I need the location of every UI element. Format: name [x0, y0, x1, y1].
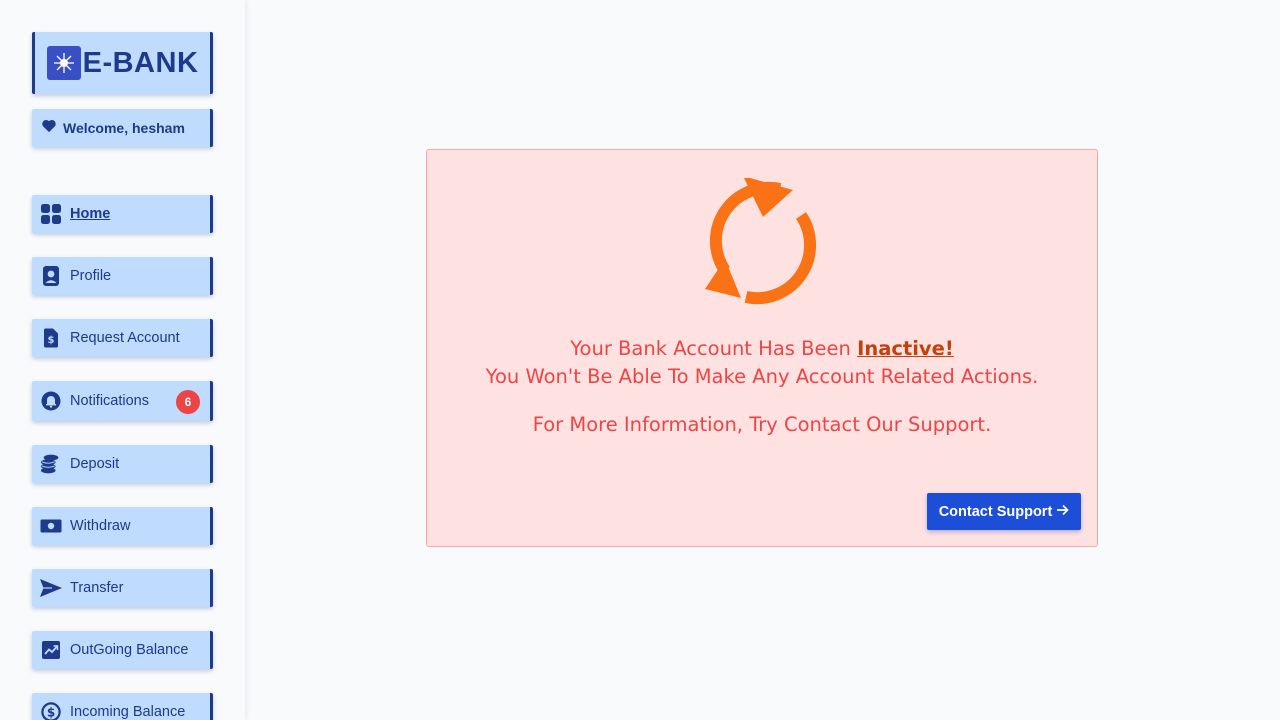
sidebar-item-incoming-balance[interactable]: $ Incoming Balance	[32, 693, 213, 720]
grid-icon	[40, 203, 62, 225]
refresh-icon	[698, 176, 828, 313]
support-hint: For More Information, Try Contact Our Su…	[532, 413, 992, 436]
sidebar-item-label: Transfer	[70, 580, 124, 596]
notification-count-badge: 6	[176, 390, 200, 414]
sidebar-item-label: Withdraw	[70, 518, 131, 534]
bell-icon	[40, 390, 62, 412]
account-status-inactive: Inactive!	[857, 337, 954, 360]
sidebar-item-label: Notifications	[70, 393, 149, 409]
arrow-right-icon	[1056, 504, 1069, 520]
heart-icon	[41, 118, 57, 138]
sidebar-item-label: Request Account	[70, 330, 180, 346]
sidebar-item-home[interactable]: Home	[32, 195, 213, 233]
welcome-text: Welcome, hesham	[63, 120, 185, 136]
dollar-circle-icon: $	[40, 701, 62, 720]
cash-icon	[40, 515, 62, 537]
status-message-line-2: You Won't Be Able To Make Any Account Re…	[485, 365, 1039, 388]
send-icon	[40, 577, 62, 599]
sidebar: E-BANK Welcome, hesham Home Profile $ Re…	[0, 0, 245, 720]
sidebar-item-withdraw[interactable]: Withdraw	[32, 507, 213, 545]
brand-name: E-BANK	[82, 46, 199, 79]
svg-text:$: $	[48, 335, 55, 346]
sidebar-item-deposit[interactable]: Deposit	[32, 445, 213, 483]
status-message-prefix: Your Bank Account Has Been	[570, 337, 858, 360]
sparkle-logo-icon	[46, 46, 81, 80]
sidebar-item-outgoing-balance[interactable]: OutGoing Balance	[32, 631, 213, 669]
sidebar-item-profile[interactable]: Profile	[32, 257, 213, 295]
status-message-line-1: Your Bank Account Has Been Inactive!	[427, 337, 1097, 360]
sidebar-item-label: Home	[70, 206, 111, 222]
brand-logo[interactable]: E-BANK	[32, 32, 213, 94]
welcome-banner: Welcome, hesham	[32, 109, 213, 147]
sidebar-item-label: Incoming Balance	[70, 704, 186, 720]
dollar-document-icon: $	[40, 327, 62, 349]
sidebar-item-label: Deposit	[70, 456, 120, 472]
contact-support-label: Contact Support	[938, 503, 1053, 520]
sidebar-item-transfer[interactable]: Transfer	[32, 569, 213, 607]
contact-support-button[interactable]: Contact Support	[927, 493, 1081, 530]
trend-up-icon	[40, 639, 62, 661]
sidebar-item-label: OutGoing Balance	[70, 642, 189, 658]
sidebar-item-label: Profile	[70, 268, 112, 284]
sidebar-item-notifications[interactable]: Notifications 6	[32, 381, 213, 421]
coins-icon	[40, 453, 62, 475]
sidebar-item-request-account[interactable]: $ Request Account	[32, 319, 213, 357]
inactive-account-alert: Your Bank Account Has Been Inactive! You…	[426, 149, 1098, 547]
svg-text:$: $	[47, 706, 55, 720]
user-badge-icon	[40, 265, 62, 287]
